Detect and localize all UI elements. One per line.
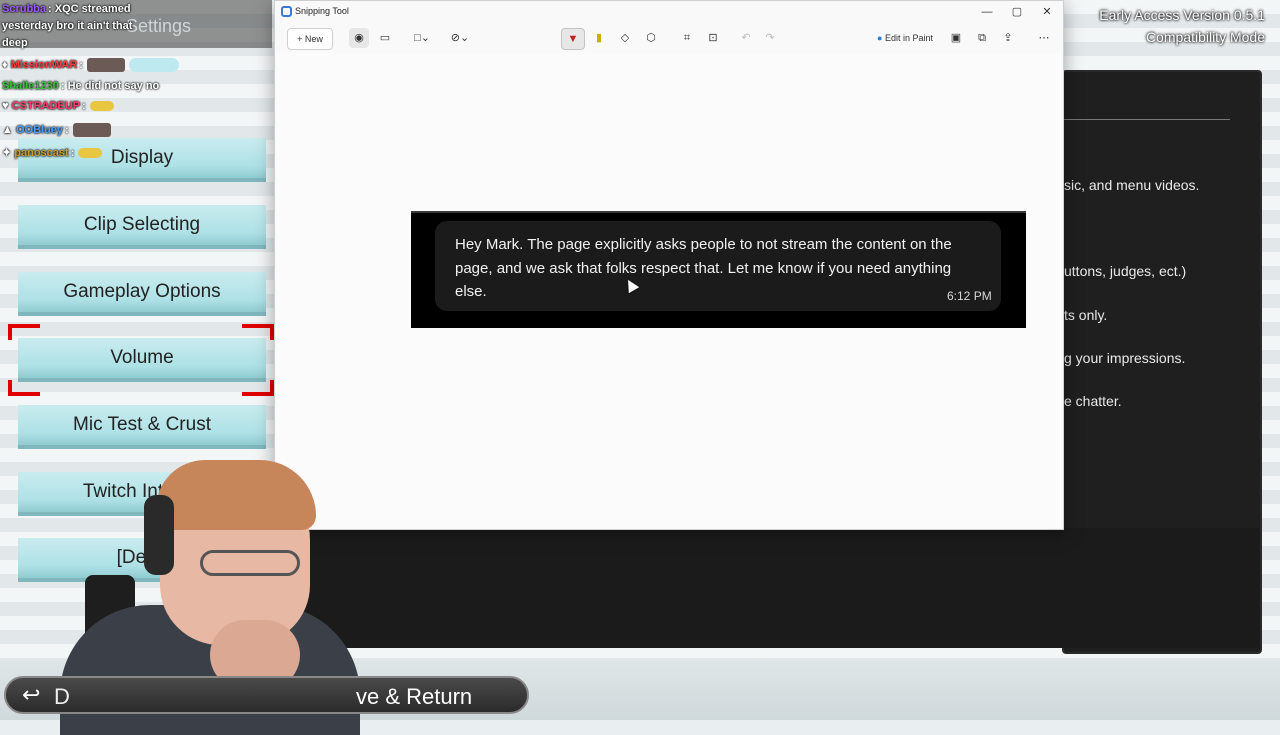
emote-icon xyxy=(128,58,179,72)
chat-text: : xyxy=(70,147,75,159)
highlighter-icon[interactable]: ▮ xyxy=(589,28,609,48)
chat-text: : xyxy=(82,100,86,112)
panel-text: uttons, judges, ect.) xyxy=(1064,263,1187,279)
snipping-tool-window[interactable]: Snipping Tool — ▢ ✕ + New ◉ ▭ □⌄ ⊘⌄ ▼ ▮ … xyxy=(274,0,1064,530)
undo-icon[interactable]: ↶ xyxy=(737,28,755,48)
panel-divider xyxy=(1064,119,1230,120)
emote-icon xyxy=(78,148,103,159)
game-dark-area xyxy=(300,528,1260,648)
menu-gameplay-options-button[interactable]: Gameplay Options xyxy=(18,272,266,316)
chat-message: ♦ MissionWAR: xyxy=(2,58,179,72)
chat-username: Scrubba xyxy=(2,3,47,15)
settings-title: Settings xyxy=(126,16,192,36)
panel-text: g your impressions. xyxy=(1064,350,1186,366)
chat-text: : He did not say no xyxy=(60,80,160,92)
paint-icon: ● xyxy=(877,33,883,43)
chat-message: ♥ CSTRADEUP: xyxy=(2,100,114,112)
eraser-icon[interactable]: ◇ xyxy=(615,28,635,48)
panel-text: ts only. xyxy=(1064,307,1108,323)
chat-message: Shalle1230: He did not say no xyxy=(2,80,159,92)
video-icon[interactable]: ▭ xyxy=(375,28,395,48)
headset-icon xyxy=(144,495,174,575)
back-label: D xyxy=(54,684,70,709)
glasses xyxy=(200,550,300,576)
timer-icon[interactable]: ⊘⌄ xyxy=(447,28,473,48)
chat-message: ✦ panoscast: xyxy=(2,146,103,159)
emote-icon xyxy=(86,58,125,72)
chat-text: : xyxy=(79,58,83,71)
return-arrow-icon: ↩ xyxy=(22,682,41,707)
save-and-return-bar[interactable]: ↩ D ve & Return xyxy=(4,676,529,714)
chat-username: panoscast xyxy=(14,147,69,159)
message-timestamp: 6:12 PM xyxy=(947,289,992,303)
chat-message: Scrubba: XQC streamed xyxy=(2,3,131,15)
new-snip-button[interactable]: + New xyxy=(287,28,333,50)
chat-username: Shalle1230 xyxy=(2,80,59,92)
window-title: Snipping Tool xyxy=(295,6,349,16)
shapes-icon[interactable]: ⬡ xyxy=(641,28,661,48)
share-icon[interactable]: ⇪ xyxy=(999,28,1017,48)
snip-toolbar: + New ◉ ▭ □⌄ ⊘⌄ ▼ ▮ ◇ ⬡ ⌗ ⊡ ↶ ↷ ● Edit i… xyxy=(275,25,1063,51)
close-icon[interactable]: ✕ xyxy=(1033,3,1061,21)
chat-message: yesterday bro it ain't that xyxy=(2,20,132,32)
message-text: Hey Mark. The page explicitly asks peopl… xyxy=(455,236,952,300)
chat-text: : xyxy=(65,123,69,136)
emote-icon xyxy=(72,123,111,137)
pen-icon[interactable]: ▼ xyxy=(561,28,585,50)
panel-text: e chatter. xyxy=(1064,393,1122,409)
menu-mic-test-button[interactable]: Mic Test & Crust xyxy=(18,405,266,449)
title-bar[interactable]: Snipping Tool — ▢ ✕ xyxy=(275,1,1063,23)
chat-message: ▲ OOBluey: xyxy=(2,123,111,137)
redo-icon[interactable]: ↷ xyxy=(761,28,779,48)
chat-username: MissionWAR xyxy=(10,58,78,71)
chat-username: OOBluey xyxy=(15,123,64,136)
version-label: Early Access Version 0.5.1 Compatibility… xyxy=(1099,4,1265,48)
panel-text: sic, and menu videos. xyxy=(1064,177,1200,193)
chat-text: yesterday bro it ain't that xyxy=(2,20,133,32)
crop-icon[interactable]: ⌗ xyxy=(677,28,697,48)
chat-text: deep xyxy=(2,37,28,49)
menu-clip-selecting-button[interactable]: Clip Selecting xyxy=(18,205,266,249)
text-actions-icon[interactable]: ⊡ xyxy=(703,28,723,48)
snip-mode-icon[interactable]: □⌄ xyxy=(409,28,435,48)
version-line: Early Access Version 0.5.1 xyxy=(1099,7,1265,23)
snipping-tool-icon xyxy=(281,6,292,17)
maximize-icon[interactable]: ▢ xyxy=(1003,3,1031,21)
minimize-icon[interactable]: — xyxy=(973,3,1001,21)
edit-in-paint-button[interactable]: ● Edit in Paint xyxy=(869,28,941,48)
copy-icon[interactable]: ⧉ xyxy=(973,28,991,48)
emote-icon xyxy=(89,101,114,112)
new-label: New xyxy=(304,34,323,44)
save-return-label: ve & Return xyxy=(356,684,473,709)
compatibility-line: Compatibility Mode xyxy=(1145,29,1265,45)
chat-text: : XQC streamed xyxy=(48,3,131,15)
camera-icon[interactable]: ◉ xyxy=(349,28,369,48)
menu-volume-button[interactable]: Volume xyxy=(18,338,266,382)
edit-in-paint-label: Edit in Paint xyxy=(884,33,933,43)
streamer-hair xyxy=(156,460,316,530)
chat-message: deep xyxy=(2,37,28,49)
more-icon[interactable]: ⋯ xyxy=(1035,28,1053,48)
menu-display-button[interactable]: Display xyxy=(18,138,266,182)
chat-username: CSTRADEUP xyxy=(11,100,81,112)
save-icon[interactable]: ▣ xyxy=(947,28,965,48)
